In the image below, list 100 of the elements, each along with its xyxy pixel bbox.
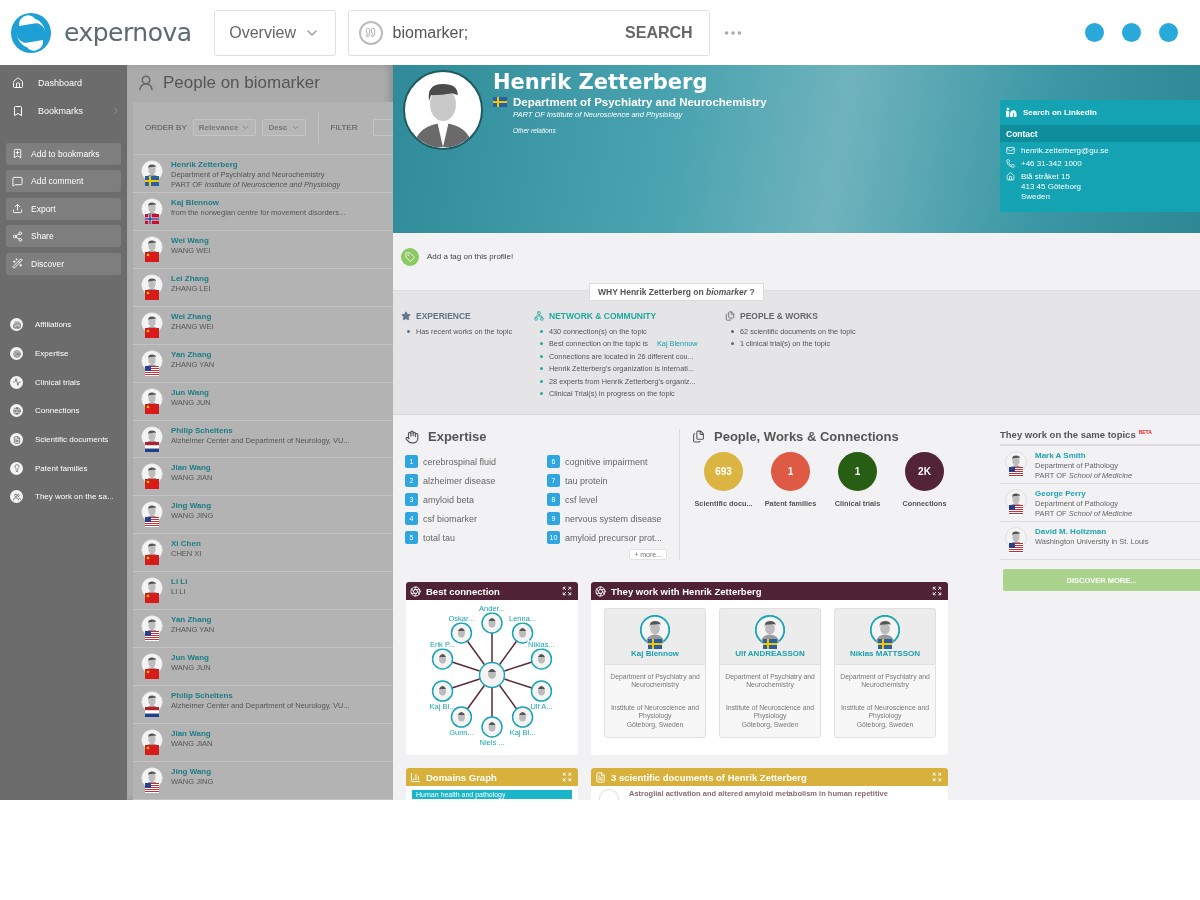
flag-icon (493, 97, 507, 107)
coworker-header[interactable]: Kaj Blennow (604, 608, 706, 664)
person-name: Jian Wang (171, 463, 212, 473)
tag-prompt[interactable]: Add a tag on this profile! (427, 252, 514, 261)
order-dropdown[interactable]: Relevance (192, 119, 257, 137)
person-node[interactable] (431, 680, 454, 702)
person-node[interactable] (530, 680, 553, 702)
mail-icon (1006, 146, 1015, 155)
bookmark-icon (12, 105, 24, 117)
linkedin-link[interactable]: Search on LinkedIn (1000, 100, 1200, 125)
stat-circle[interactable]: 1 (838, 452, 877, 491)
action-button[interactable]: Discover (6, 252, 121, 275)
action-button[interactable]: Export (6, 197, 121, 220)
person-name: David M. Holtzman (1035, 527, 1108, 537)
contact-line: Blå stråket 15 (1021, 172, 1071, 181)
section-title: Expertise (428, 429, 487, 444)
person-icon (137, 74, 155, 93)
person-name: Xi Chen (171, 539, 202, 549)
target-icon (10, 347, 23, 361)
coworker-header[interactable]: Ulf ANDREASSON (719, 608, 821, 664)
nav-item[interactable]: Bookmarks (6, 97, 121, 125)
section-link[interactable]: Patent families (6, 453, 121, 483)
person-node[interactable] (481, 716, 503, 738)
action-button[interactable]: Share (6, 225, 121, 247)
flag-icon (145, 213, 159, 224)
person-node[interactable] (530, 648, 553, 670)
flag-icon (145, 327, 159, 338)
hand-icon (405, 429, 419, 444)
circle-button[interactable] (1159, 23, 1178, 42)
people-icon (10, 490, 23, 504)
flag-icon (145, 175, 159, 186)
expertise-term[interactable]: cognitive impairment (565, 456, 648, 467)
person-name: Philip Scheltens (171, 425, 234, 435)
action-button[interactable]: Add comment (6, 170, 121, 192)
section-link[interactable]: Clinical trials (6, 367, 121, 397)
flag-icon (145, 707, 159, 718)
person-node[interactable] (431, 648, 454, 670)
person-name: Ulf ANDREASSON (735, 649, 805, 658)
person-name: Henrik Zetterberg (171, 159, 239, 169)
flag-icon (145, 555, 159, 566)
card-title: Domains Graph (426, 771, 498, 783)
circle-button[interactable] (1085, 23, 1104, 42)
expertise-term[interactable]: csf level (565, 494, 598, 505)
export-icon (12, 203, 23, 214)
direction-dropdown[interactable]: Desc (262, 119, 306, 137)
expertise-term[interactable]: tau protein (565, 475, 608, 486)
expand-icon[interactable] (562, 586, 572, 596)
aperture-icon (410, 585, 421, 597)
person-node[interactable] (450, 622, 473, 644)
person-node[interactable] (511, 622, 534, 644)
bullet-icon (540, 342, 543, 345)
search-field[interactable]: biomarker; SEARCH (347, 9, 710, 56)
list-title: People on biomarker (163, 73, 320, 94)
documents-icon (692, 430, 705, 443)
flag-icon (145, 783, 159, 794)
expertise-term[interactable]: amyloid precursor prot... (565, 532, 663, 543)
person-node[interactable] (478, 661, 506, 689)
building-icon (10, 318, 23, 332)
stat-circle[interactable]: 2K (905, 452, 944, 491)
logo-icon (10, 11, 52, 54)
person-node[interactable] (481, 612, 503, 634)
flag-icon (648, 639, 662, 649)
order-label: ORDER BY (145, 123, 187, 133)
card-title: 3 scientific documents of Henrik Zetterberg (611, 771, 808, 783)
flag-icon (763, 639, 777, 649)
person-name: Wei Zhang (171, 311, 213, 321)
person-name: Kaj Blennow (171, 197, 220, 207)
section-link[interactable]: Connections (6, 396, 121, 426)
person-name: Jian Wang (171, 729, 212, 739)
expertise-term[interactable]: amyloid beta (423, 494, 475, 505)
expertise-term[interactable]: total tau (423, 532, 456, 543)
expertise-term[interactable]: csf biomarker (423, 513, 477, 524)
flag-icon (145, 403, 159, 414)
circle-button[interactable] (1122, 23, 1141, 42)
bullet-icon (731, 342, 734, 345)
expertise-term[interactable]: cerebrospinal fluid (423, 456, 497, 467)
section-link[interactable]: Expertise (6, 339, 121, 368)
why-title: WHY Henrik Zetterberg on biomarker ? (589, 283, 764, 301)
expand-icon[interactable] (932, 586, 942, 596)
section-title: People, Works & Connections (714, 429, 899, 444)
stat-circle[interactable]: 1 (771, 452, 810, 491)
contact-line: 413 45 Göteborg (1021, 182, 1082, 191)
section-link[interactable]: Affiliations (6, 310, 121, 340)
nav-item[interactable]: Dashboard (6, 69, 121, 97)
expertise-term[interactable]: alzheimer disease (423, 475, 496, 486)
action-button[interactable]: Add to bookmarks (6, 142, 121, 165)
search-button[interactable]: SEARCH (619, 22, 699, 43)
view-dropdown[interactable]: Overview (213, 9, 336, 56)
contact-line: Sweden (1021, 192, 1051, 201)
section-link[interactable]: Scientific documents (6, 425, 121, 454)
globe-icon (10, 404, 23, 418)
chevron-right-icon (111, 106, 121, 116)
person-name: Kaj Blennow (631, 649, 679, 658)
flag-icon (145, 365, 159, 376)
flag-icon (145, 441, 159, 452)
home-icon (1006, 172, 1015, 181)
coworker-header[interactable]: Niklas MATTSSON (834, 608, 936, 664)
section-link[interactable]: They work on the sa... (6, 482, 121, 512)
bullet-icon (407, 329, 410, 333)
expertise-term[interactable]: nervous system disease (565, 513, 662, 524)
